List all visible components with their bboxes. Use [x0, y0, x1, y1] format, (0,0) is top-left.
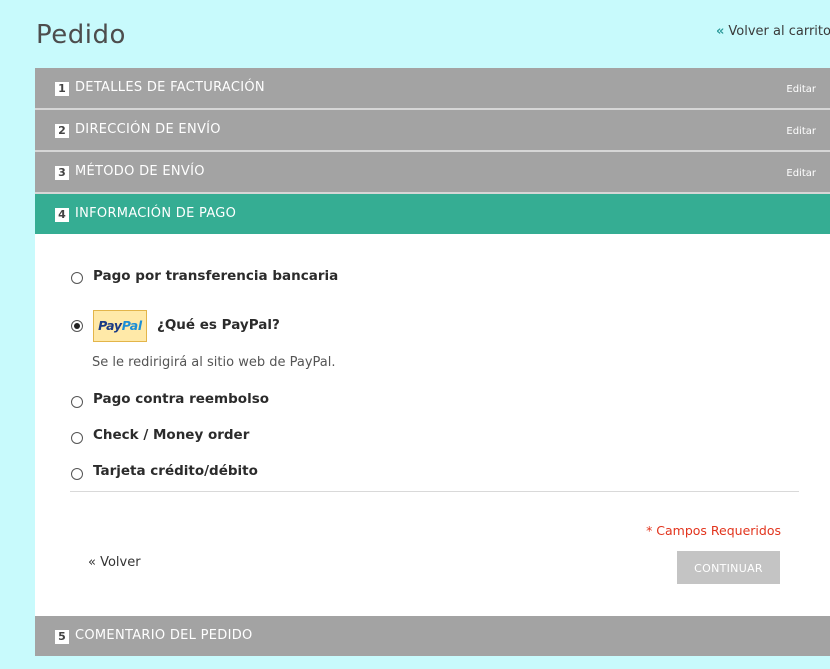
- step-order-comment[interactable]: 5 COMENTARIO DEL PEDIDO: [35, 616, 830, 656]
- step-billing-details[interactable]: 1 DETALLES DE FACTURACIÓN Editar: [35, 68, 830, 110]
- what-is-paypal-link[interactable]: ¿Qué es PayPal?: [157, 317, 280, 333]
- edit-link[interactable]: Editar: [786, 126, 816, 137]
- step-shipping-method[interactable]: 3 MÉTODO DE ENVÍO Editar: [35, 152, 830, 194]
- required-fields-note: * Campos Requeridos: [646, 523, 781, 538]
- step-label: DIRECCIÓN DE ENVÍO: [75, 122, 221, 137]
- cash-on-delivery-label[interactable]: Pago contra reembolso: [93, 391, 269, 407]
- step-number: 2: [55, 124, 69, 138]
- payment-method-panel: Pago por transferencia bancaria PayPal ¿…: [35, 234, 830, 616]
- step-number: 5: [55, 630, 69, 644]
- step-number: 1: [55, 82, 69, 96]
- step-shipping-address[interactable]: 2 DIRECCIÓN DE ENVÍO Editar: [35, 110, 830, 152]
- continue-button[interactable]: CONTINUAR: [677, 551, 780, 584]
- checkout-page: Pedido «Volver al carrito 1 DETALLES DE …: [0, 0, 830, 669]
- step-label: DETALLES DE FACTURACIÓN: [75, 80, 265, 95]
- check-money-order-radio[interactable]: [71, 432, 83, 444]
- step-label: MÉTODO DE ENVÍO: [75, 164, 205, 179]
- divider: [70, 491, 799, 492]
- paypal-logo: PayPal: [93, 310, 147, 342]
- card-payment-label[interactable]: Tarjeta crédito/débito: [93, 463, 258, 479]
- card-payment-radio[interactable]: [71, 468, 83, 480]
- step-payment-information: 4 INFORMACIÓN DE PAGO: [35, 194, 830, 234]
- double-chevron-left-icon: «: [716, 24, 725, 39]
- step-label: INFORMACIÓN DE PAGO: [75, 206, 237, 221]
- step-label: COMENTARIO DEL PEDIDO: [75, 628, 253, 643]
- paypal-redirect-note: Se le redirigirá al sitio web de PayPal.: [92, 355, 336, 370]
- back-to-cart-link[interactable]: «Volver al carrito: [716, 24, 830, 39]
- bank-transfer-radio[interactable]: [71, 272, 83, 284]
- step-number: 4: [55, 208, 69, 222]
- page-title: Pedido: [36, 20, 126, 50]
- check-money-order-label[interactable]: Check / Money order: [93, 427, 249, 443]
- back-button[interactable]: « Volver: [88, 555, 141, 570]
- bank-transfer-label[interactable]: Pago por transferencia bancaria: [93, 268, 338, 284]
- paypal-radio[interactable]: [71, 320, 83, 332]
- back-to-cart-label: Volver al carrito: [728, 24, 830, 39]
- checkout-steps: 1 DETALLES DE FACTURACIÓN Editar 2 DIREC…: [35, 68, 830, 656]
- cash-on-delivery-radio[interactable]: [71, 396, 83, 408]
- step-number: 3: [55, 166, 69, 180]
- edit-link[interactable]: Editar: [786, 84, 816, 95]
- edit-link[interactable]: Editar: [786, 168, 816, 179]
